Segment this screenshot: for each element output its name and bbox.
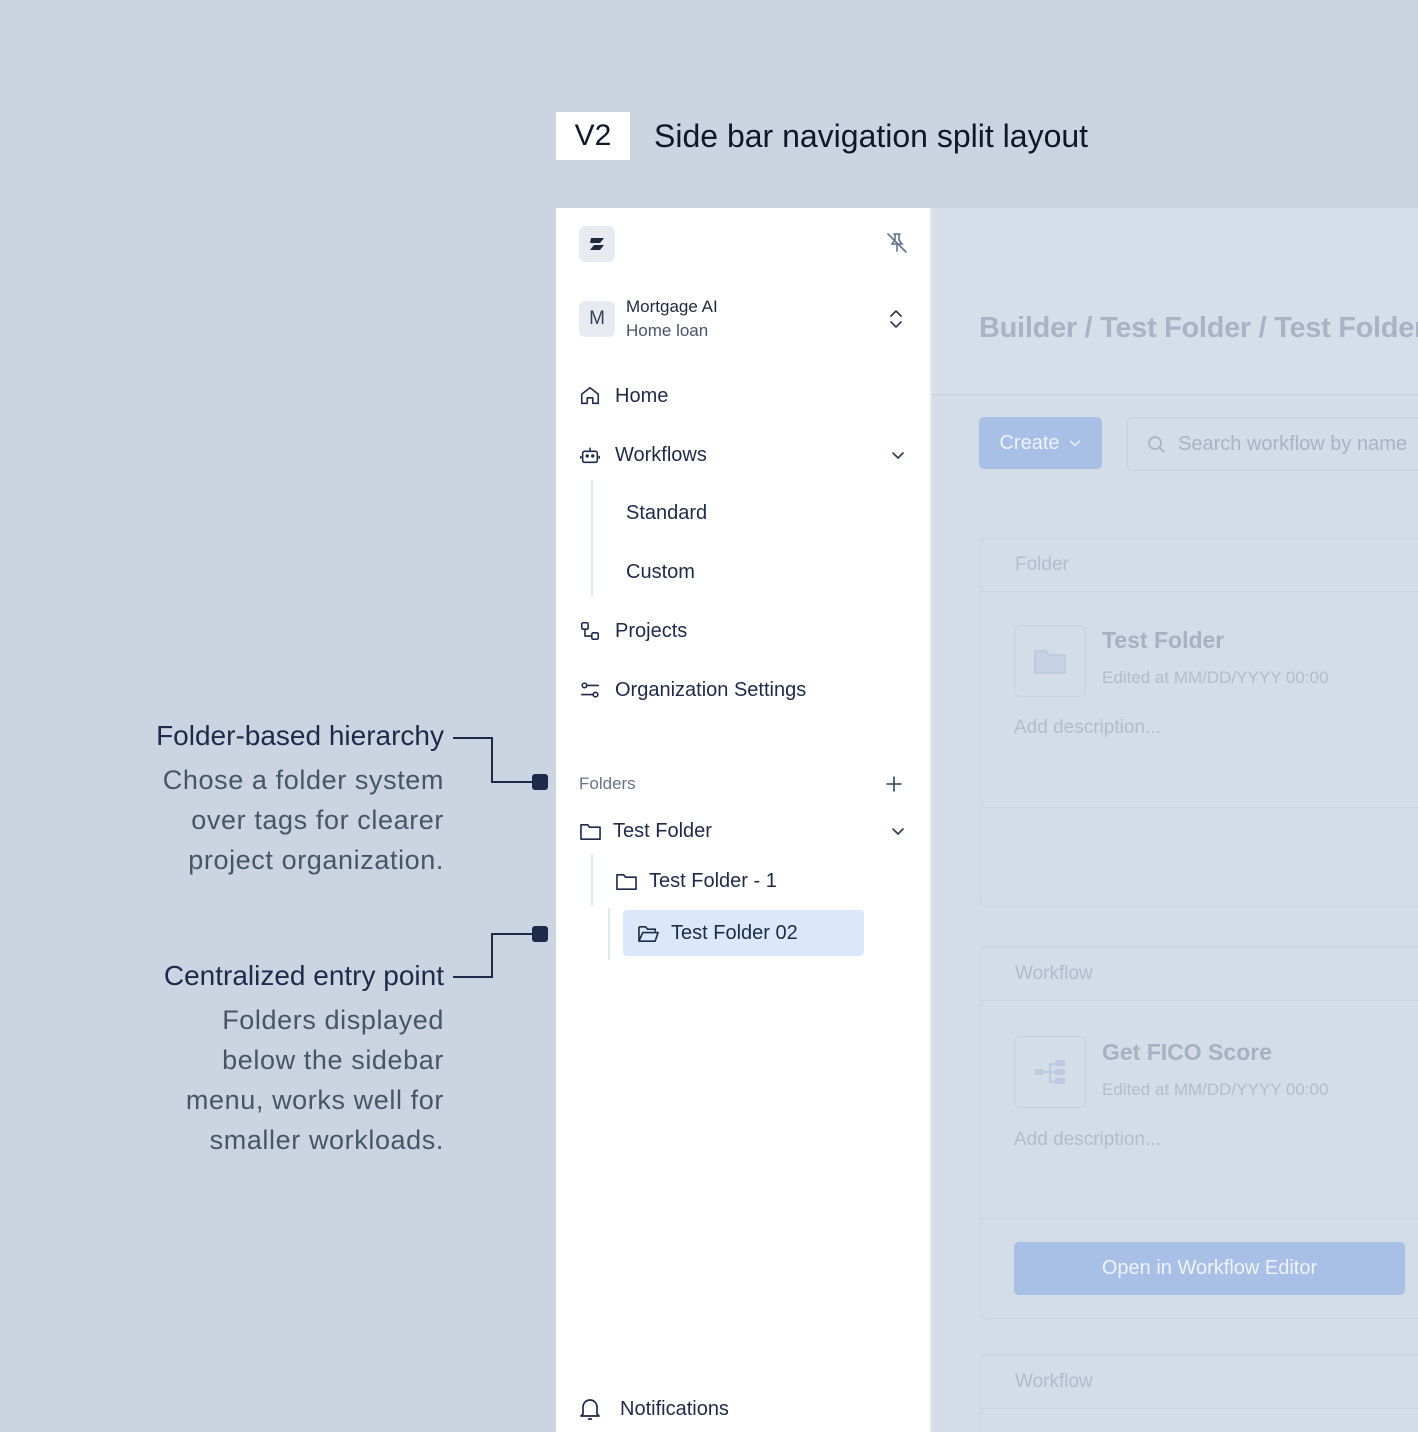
nav-workflows-standard[interactable]: Standard xyxy=(626,502,707,525)
annotation-anchor-dot xyxy=(532,774,548,790)
annotation-body-folder-hierarchy: Chose a folder system over tags for clea… xyxy=(104,760,444,880)
nav-label: Workflows xyxy=(615,443,707,466)
logo-icon xyxy=(590,238,604,250)
card-description[interactable]: Add description... xyxy=(1014,1129,1161,1151)
card-header: Workflow xyxy=(981,948,1418,1001)
chevron-down-icon xyxy=(1069,440,1080,447)
folder-label: Test Folder - 1 xyxy=(649,869,777,892)
annotation-body-entry-point: Folders displayed below the sidebar menu… xyxy=(104,1000,444,1160)
card-divider xyxy=(981,1218,1418,1219)
org-switcher-button[interactable] xyxy=(884,306,908,332)
folders-section-label: Folders xyxy=(579,774,636,793)
folder-icon xyxy=(578,819,602,843)
annotation-line: below the sidebar xyxy=(222,1045,444,1075)
nav-organization-settings[interactable]: Organization Settings xyxy=(578,672,806,708)
app-logo[interactable] xyxy=(579,226,615,262)
robot-icon xyxy=(578,443,602,467)
annotation-line: smaller workloads. xyxy=(209,1125,444,1155)
sidebar: M Mortgage AI Home loan Home Workflows S… xyxy=(556,208,932,1432)
home-icon xyxy=(578,384,602,408)
nav-home[interactable]: Home xyxy=(578,378,668,414)
folder-tree-line xyxy=(608,908,610,960)
annotation-line: Chose a folder system xyxy=(162,765,444,795)
chevron-down-icon[interactable] xyxy=(888,821,908,841)
annotation-anchor-dot xyxy=(532,926,548,942)
search-icon xyxy=(1148,436,1165,453)
card-meta: Edited at MM/DD/YYYY 00:00 xyxy=(1102,668,1329,687)
org-avatar: M xyxy=(579,301,615,337)
nav-workflows[interactable]: Workflows xyxy=(578,437,908,473)
annotation-line: menu, works well for xyxy=(185,1085,444,1115)
card-title: Get FICO Score xyxy=(1102,1039,1272,1065)
folder-label: Test Folder 02 xyxy=(671,921,798,944)
search-input[interactable]: Search workflow by name xyxy=(1127,417,1418,471)
folder-card[interactable]: Folder Test Folder Edited at MM/DD/YYYY … xyxy=(980,538,1418,808)
create-label: Create xyxy=(999,431,1060,454)
open-in-workflow-editor-button[interactable]: Open in Workflow Editor xyxy=(1014,1242,1405,1295)
annotation-line: project organization. xyxy=(188,845,444,875)
version-badge: V2 xyxy=(556,112,630,160)
card-spacer xyxy=(980,810,1418,907)
folder-item-test-folder[interactable]: Test Folder xyxy=(578,811,908,851)
annotation-line: over tags for clearer xyxy=(191,805,444,835)
workflow-card-2[interactable]: Workflow xyxy=(980,1355,1418,1432)
page-title: Side bar navigation split layout xyxy=(654,118,1089,154)
plus-icon xyxy=(886,776,902,792)
nav-workflows-custom[interactable]: Custom xyxy=(626,561,695,584)
annotation-title-folder-hierarchy: Folder-based hierarchy xyxy=(156,720,444,751)
folder-thumbnail xyxy=(1014,625,1086,697)
card-meta: Edited at MM/DD/YYYY 00:00 xyxy=(1102,1080,1329,1099)
folder-label: Test Folder xyxy=(613,819,712,842)
org-subtitle[interactable]: Home loan xyxy=(626,321,708,341)
org-name[interactable]: Mortgage AI xyxy=(626,297,718,317)
breadcrumb: Builder / Test Folder / Test Folder 02 xyxy=(979,312,1418,344)
folder-icon xyxy=(614,869,638,893)
card-title: Test Folder xyxy=(1102,627,1225,653)
card-description[interactable]: Add description... xyxy=(1014,717,1161,739)
nav-notifications[interactable]: Notifications xyxy=(578,1391,729,1427)
workflow-icon xyxy=(1035,1060,1065,1084)
sliders-icon xyxy=(578,678,602,702)
nav-label: Projects xyxy=(615,619,688,642)
main-content: Builder / Test Folder / Test Folder 02 C… xyxy=(932,208,1418,1432)
folder-item-test-folder-02-selected[interactable]: Test Folder 02 xyxy=(623,910,864,956)
nav-label: Organization Settings xyxy=(615,678,807,701)
nav-label: Notifications xyxy=(620,1397,729,1420)
search-placeholder: Search workflow by name xyxy=(1178,432,1407,455)
annotation-line: Folders displayed xyxy=(222,1005,444,1035)
folder-row-content: Test Folder 02 xyxy=(636,913,798,953)
pin-off-icon xyxy=(887,233,907,253)
projects-icon xyxy=(578,619,602,643)
chevron-down-icon[interactable] xyxy=(888,445,908,465)
add-folder-button[interactable] xyxy=(882,772,906,796)
chevron-up-down-icon xyxy=(890,310,902,328)
folder-tree-line xyxy=(591,854,593,906)
unpin-sidebar-button[interactable] xyxy=(884,230,910,256)
nav-tree-line xyxy=(591,480,593,596)
main-header: Builder / Test Folder / Test Folder 02 xyxy=(932,208,1418,395)
bell-icon xyxy=(578,1397,602,1421)
annotation-title-entry-point: Centralized entry point xyxy=(163,960,444,991)
workflow-thumbnail xyxy=(1014,1036,1086,1108)
folder-open-icon xyxy=(636,921,660,945)
nav-label: Home xyxy=(615,384,669,407)
create-button[interactable]: Create xyxy=(979,417,1102,469)
folder-item-test-folder-1[interactable]: Test Folder - 1 xyxy=(614,861,777,901)
card-header: Workflow xyxy=(981,1356,1418,1409)
nav-projects[interactable]: Projects xyxy=(578,613,687,649)
folder-icon xyxy=(1034,650,1066,674)
card-header: Folder xyxy=(981,539,1418,592)
